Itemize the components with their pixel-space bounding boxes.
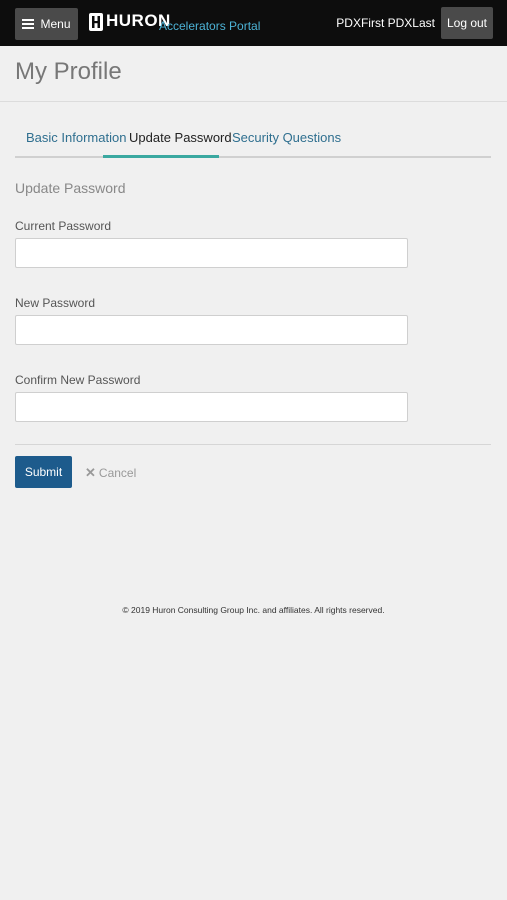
close-icon: ✕: [85, 465, 96, 480]
confirm-password-label: Confirm New Password: [15, 373, 141, 387]
new-password-label: New Password: [15, 296, 96, 310]
current-password-label: Current Password: [15, 219, 112, 233]
section-title: Update Password: [15, 180, 126, 196]
divider: [15, 444, 491, 445]
tab-update-password[interactable]: Update Password: [129, 130, 232, 145]
tab-security-questions[interactable]: Security Questions: [232, 130, 341, 145]
menu-button[interactable]: Menu: [15, 8, 78, 40]
portal-name: Accelerators Portal: [159, 19, 261, 33]
current-password-input[interactable]: [15, 238, 408, 268]
top-navigation-bar: Menu HURON Accelerators Portal PDXFirst …: [0, 0, 507, 46]
huron-logo-icon: [89, 13, 103, 31]
new-password-input[interactable]: [15, 315, 408, 345]
profile-tabs: Basic Information Update Password Securi…: [15, 118, 491, 158]
confirm-password-input[interactable]: [15, 392, 408, 422]
cancel-link[interactable]: ✕ Cancel: [85, 465, 136, 481]
logout-button[interactable]: Log out: [441, 7, 493, 39]
divider: [0, 101, 507, 102]
submit-button[interactable]: Submit: [15, 456, 72, 488]
copyright-footer: © 2019 Huron Consulting Group Inc. and a…: [122, 605, 385, 615]
active-tab-indicator: [103, 155, 219, 158]
hamburger-icon: [22, 17, 35, 31]
tab-basic-information[interactable]: Basic Information: [26, 130, 126, 145]
page-title: My Profile: [15, 58, 122, 85]
cancel-label: Cancel: [98, 466, 137, 480]
user-name: PDXFirst PDXLast: [336, 16, 435, 30]
menu-button-label: Menu: [40, 17, 71, 31]
app-screen: Menu HURON Accelerators Portal PDXFirst …: [0, 0, 507, 900]
